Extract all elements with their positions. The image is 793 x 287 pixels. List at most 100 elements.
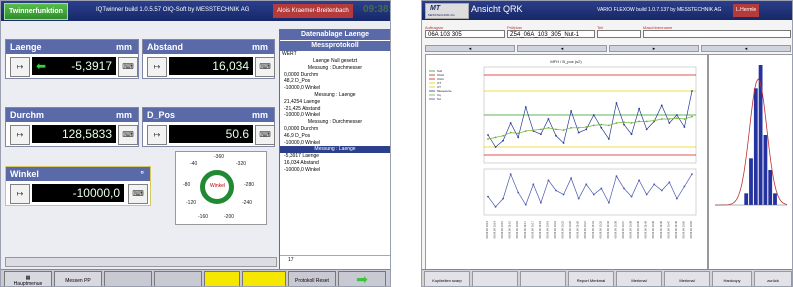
- hauptmenue-button[interactable]: ▦ Hauptmenue: [4, 271, 52, 286]
- protocol-row[interactable]: Messung : Laenge: [280, 92, 390, 99]
- keyboard-icon[interactable]: ⌨: [128, 184, 148, 204]
- data-point: [668, 122, 671, 124]
- x-tick-label: 08.09.09 13:19: [545, 220, 549, 238]
- winkel-box: Winkel ° ↦ -10000,0 ⌨: [5, 166, 151, 206]
- empty-button-2[interactable]: [520, 271, 566, 286]
- data-point: [509, 131, 512, 134]
- x-tick-label: 08.09.09 13:22: [561, 220, 565, 238]
- protokoll-reset-button[interactable]: Protokoll Reset: [288, 271, 336, 286]
- protocol-row[interactable]: -10000,0 Winkel: [280, 112, 390, 119]
- maschinenname-value[interactable]: [643, 30, 791, 38]
- data-point: [623, 121, 625, 124]
- protocol-row[interactable]: Messung : Durchmesser: [280, 65, 390, 72]
- empty-button-1[interactable]: [104, 271, 152, 286]
- histogram-bar: [763, 135, 768, 205]
- dpos-box: D_Pos mm ↦ 50.6 ⌨: [142, 107, 275, 147]
- data-point: [487, 138, 489, 140]
- zurueck-button[interactable]: zurück: [754, 271, 792, 286]
- dpos-value: 50.6: [169, 125, 253, 143]
- protocol-list[interactable]: Laenge Null gesetzt Messung : Durchmesser…: [280, 58, 390, 174]
- data-point: [638, 120, 641, 123]
- gauge-tick: -200: [224, 214, 235, 220]
- keyboard-icon[interactable]: ⌨: [255, 125, 275, 145]
- kopfzeilen-button[interactable]: Kopfzeilen scarp: [424, 271, 470, 286]
- gauge-tick: -120: [186, 200, 197, 206]
- winkel-label: Winkel: [10, 169, 39, 179]
- keyboard-icon[interactable]: ⌨: [118, 57, 138, 77]
- yellow-button-2[interactable]: [242, 271, 286, 286]
- x-tick-label: 08.09.09 13:34: [606, 220, 610, 238]
- data-point: [653, 183, 656, 186]
- data-point: [615, 122, 618, 124]
- next-merkmal-button[interactable]: Merkmal: [664, 271, 710, 286]
- messen-button[interactable]: Messen PP: [54, 271, 102, 286]
- clock: 09:38:52: [363, 4, 390, 15]
- data-point: [592, 114, 595, 116]
- abstand-zero-button[interactable]: ↦: [147, 57, 167, 77]
- protocol-row[interactable]: -21,425 Abstand: [280, 106, 390, 113]
- data-point: [585, 183, 588, 186]
- yellow-button-1[interactable]: [204, 271, 240, 286]
- protocol-row[interactable]: Messung : Durchmesser: [280, 119, 390, 126]
- data-point: [487, 195, 489, 198]
- pruefplan-value[interactable]: Z54_06A_103_305_Nut-1: [507, 30, 595, 38]
- gauge-tick: -320: [236, 161, 247, 167]
- data-point: [555, 134, 557, 137]
- data-point: [555, 189, 557, 192]
- empty-button-1[interactable]: [472, 271, 518, 286]
- tab-3[interactable]: ▸: [609, 45, 699, 52]
- data-point: [570, 126, 573, 129]
- tab-1[interactable]: ◂: [425, 45, 515, 52]
- protocol-row[interactable]: Laenge Null gesetzt: [280, 58, 390, 65]
- control-chart-svg: MFH / B_pos (s2)SollOGGUGGOTUTMesswerteX…: [429, 59, 697, 238]
- auftragsnr-field: Auftragsnr 06A 103 305: [425, 25, 505, 38]
- winkel-zero-button[interactable]: ↦: [10, 184, 30, 204]
- x-tick-label: 08.09.09 13:14: [485, 220, 489, 238]
- protocol-row[interactable]: 48,2 D_Pos: [280, 78, 390, 85]
- protocol-row[interactable]: 21,4254 Laenge: [280, 99, 390, 106]
- protocol-count: 17: [280, 255, 390, 264]
- data-point: [645, 128, 648, 131]
- qrk-window: MT MESSTECHNIK AG Ansicht QRK VARIO FLEXO…: [421, 0, 793, 287]
- laenge-label: Laenge: [10, 42, 42, 52]
- protocol-row[interactable]: Messung : Laenge: [280, 146, 390, 154]
- user-badge[interactable]: Alois Kraemer-Breitenbach: [273, 4, 353, 18]
- x-tick-label: 08.09.09 13:15: [500, 220, 504, 238]
- keyboard-icon[interactable]: ⌨: [118, 125, 138, 145]
- auftragsnr-value[interactable]: 06A 103 305: [425, 30, 505, 38]
- empty-button-2[interactable]: [154, 271, 202, 286]
- durchm-box: Durchm mm ↦ 128,5833 ⌨: [5, 107, 139, 147]
- user-badge[interactable]: L.Hermle: [733, 4, 760, 17]
- data-point: [660, 118, 663, 120]
- prev-merkmal-button[interactable]: Merkmal: [616, 271, 662, 286]
- report-merkmal-button[interactable]: Report Merkmal: [568, 271, 614, 286]
- teil-value[interactable]: [597, 30, 641, 38]
- protocol-row[interactable]: 16,034 Abstand: [280, 160, 390, 167]
- protocol-row[interactable]: -10000,0 Winkel: [280, 140, 390, 147]
- hardcopy-button[interactable]: Hardcopy: [712, 271, 752, 286]
- x-tick-label: 08.09.09 13:50: [681, 220, 685, 238]
- protocol-row[interactable]: -10000,0 Winkel: [280, 85, 390, 92]
- data-point: [502, 134, 505, 137]
- dpos-zero-button[interactable]: ↦: [147, 125, 167, 145]
- tab-4[interactable]: ◂: [701, 45, 791, 52]
- tab-strip: ◂ ◂ ▸ ◂: [425, 45, 791, 52]
- protocol-row[interactable]: 0,0000 Durchm: [280, 126, 390, 133]
- data-point: [517, 191, 520, 194]
- tab-2[interactable]: ◂: [517, 45, 607, 52]
- protocol-row[interactable]: -5,3917 Laenge: [280, 153, 390, 160]
- abstand-value: 16,034: [169, 57, 253, 75]
- horizontal-scrollbar[interactable]: [5, 257, 277, 267]
- protocol-row[interactable]: 46,9 D_Pos: [280, 133, 390, 140]
- data-point: [532, 129, 535, 132]
- x-tick-label: 08.09.09 13:27: [583, 220, 587, 238]
- protocol-row[interactable]: -10000,0 Winkel: [280, 167, 390, 174]
- durchm-zero-button[interactable]: ↦: [10, 125, 30, 145]
- next-button[interactable]: ➡: [338, 271, 386, 286]
- data-point: [615, 102, 618, 104]
- laenge-zero-button[interactable]: ↦: [10, 57, 30, 77]
- x-tick-label: 08.09.09 13:42: [644, 220, 648, 238]
- keyboard-icon[interactable]: ⌨: [255, 57, 275, 77]
- data-point: [577, 131, 580, 134]
- protocol-row[interactable]: 0,0000 Durchm: [280, 72, 390, 79]
